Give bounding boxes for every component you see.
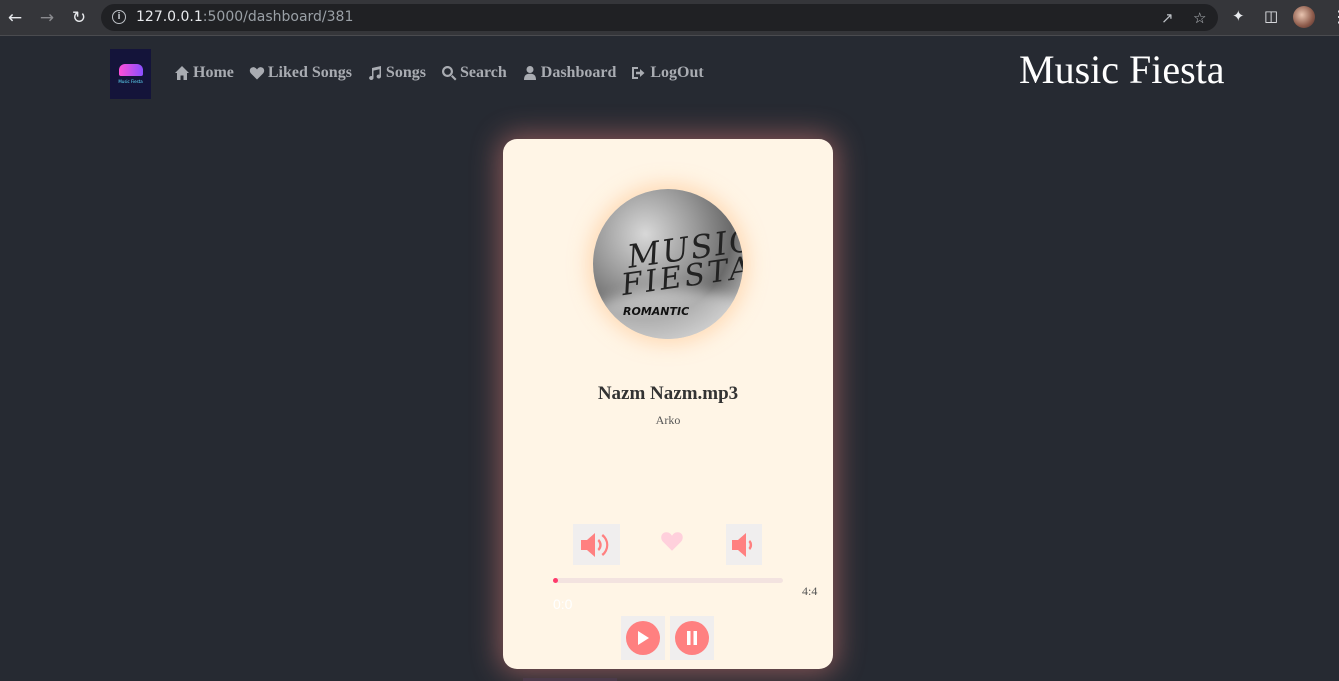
url-text[interactable]: 127.0.0.1:5000/dashboard/381 xyxy=(136,9,353,25)
music-note-icon xyxy=(369,66,381,80)
progress-bar[interactable] xyxy=(553,578,783,583)
share-icon[interactable]: ↗ xyxy=(1161,9,1174,27)
play-button[interactable] xyxy=(621,616,665,660)
nav-search[interactable]: Search xyxy=(441,64,507,82)
cover-text-3: ROMANTIC xyxy=(623,305,690,318)
heart-icon xyxy=(249,67,265,80)
site-logo[interactable]: Music Fiesta xyxy=(110,49,151,99)
nav-dashboard-label: Dashboard xyxy=(540,64,617,81)
user-icon xyxy=(523,66,536,80)
back-icon[interactable]: ← xyxy=(3,6,27,30)
volume-up-icon xyxy=(580,532,608,557)
menu-icon[interactable]: ⋮ xyxy=(1331,7,1339,26)
nav-dashboard[interactable]: Dashboard xyxy=(522,64,617,82)
nav-search-label: Search xyxy=(459,64,507,81)
reload-icon[interactable]: ↻ xyxy=(67,6,91,30)
play-circle xyxy=(626,621,660,655)
star-icon[interactable]: ☆ xyxy=(1193,9,1206,27)
current-time: 0:0 xyxy=(553,596,573,612)
volume-up-button[interactable] xyxy=(573,524,620,565)
nav-liked-songs-label: Liked Songs xyxy=(267,64,352,81)
progress-fill xyxy=(553,578,558,583)
nav-logout[interactable]: LogOut xyxy=(631,64,704,82)
album-cover: MUSIC FIESTA ROMANTIC xyxy=(593,189,743,339)
play-icon xyxy=(638,631,649,645)
home-icon xyxy=(175,66,189,80)
forward-icon[interactable]: → xyxy=(35,6,59,30)
volume-down-button[interactable] xyxy=(726,524,762,565)
logo-wave-icon xyxy=(118,64,143,76)
profile-avatar[interactable] xyxy=(1293,6,1315,28)
pause-circle xyxy=(675,621,709,655)
info-icon[interactable]: i xyxy=(112,10,126,24)
song-title: Nazm Nazm.mp3 xyxy=(597,383,739,404)
nav-songs-label: Songs xyxy=(385,64,426,81)
like-heart-icon xyxy=(661,532,683,551)
nav-home-label: Home xyxy=(193,64,234,81)
address-bar[interactable]: i 127.0.0.1:5000/dashboard/381 ↗ ☆ xyxy=(101,4,1218,31)
nav-logout-label: LogOut xyxy=(650,64,704,81)
total-time: 4:4 xyxy=(802,584,818,598)
player-card: MUSIC FIESTA ROMANTIC Nazm Nazm.mp3 Arko… xyxy=(503,139,833,669)
logo-text: Music Fiesta xyxy=(118,79,143,84)
browser-toolbar: ← → ↻ i 127.0.0.1:5000/dashboard/381 ↗ ☆… xyxy=(0,0,1339,36)
pause-button[interactable] xyxy=(670,616,714,660)
song-artist: Arko xyxy=(655,413,681,427)
main-nav: Home Liked Songs Songs Search Dashboard … xyxy=(174,64,704,82)
volume-down-icon xyxy=(732,532,753,557)
extensions-icon[interactable]: ✦ xyxy=(1232,7,1245,25)
nav-liked-songs[interactable]: Liked Songs xyxy=(249,64,352,82)
like-button[interactable] xyxy=(658,527,686,555)
logout-icon xyxy=(632,67,645,79)
site-brand: Music Fiesta xyxy=(1019,47,1225,92)
sidepanel-icon[interactable]: ◫ xyxy=(1264,7,1278,25)
pause-icon xyxy=(687,631,697,645)
search-icon xyxy=(441,66,457,81)
nav-songs[interactable]: Songs xyxy=(367,64,426,82)
nav-home[interactable]: Home xyxy=(174,64,234,82)
